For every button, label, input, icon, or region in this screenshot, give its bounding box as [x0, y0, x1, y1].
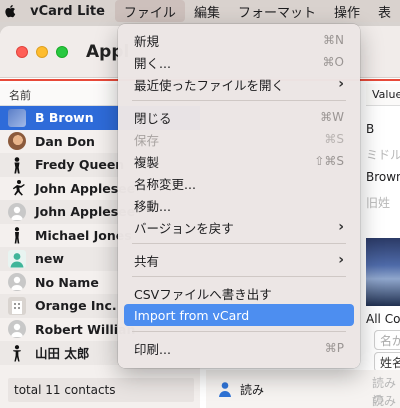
- menu-item-label: 移動...: [134, 198, 171, 214]
- menu-item-rename[interactable]: 名称変更...: [124, 172, 354, 194]
- contact-name: No Name: [35, 274, 99, 290]
- menu-item-share[interactable]: 共有 ›: [124, 249, 354, 271]
- menu-item-import-vcard[interactable]: Import from vCard: [124, 304, 354, 326]
- maiden-name-value[interactable]: 旧姓: [366, 194, 390, 211]
- photo-icon: [8, 108, 26, 127]
- silhouette-icon: [8, 156, 26, 174]
- last-name-value[interactable]: Brown: [366, 170, 400, 184]
- menu-item-move[interactable]: 移動...: [124, 194, 354, 216]
- contact-name: Dan Don: [35, 133, 95, 149]
- person-teal-icon: [8, 249, 26, 268]
- menu-item-shortcut: ⌘O: [322, 55, 344, 69]
- menu-item-shortcut: ⌘P: [324, 341, 344, 355]
- menu-edit[interactable]: 編集: [185, 0, 229, 22]
- menu-item-label: 保存: [134, 132, 160, 148]
- zoom-button[interactable]: [56, 45, 68, 58]
- middle-name-value[interactable]: ミドル: [366, 146, 400, 163]
- menu-bar: vCard Lite ファイル 編集 フォーマット 操作 表: [0, 0, 400, 22]
- all-contacts-label: All Co: [366, 312, 400, 326]
- file-menu-dropdown: 新規 ⌘N 開く... ⌘O 最近使ったファイルを開く › 閉じる ⌘W 保存 …: [118, 24, 360, 368]
- close-button[interactable]: [16, 45, 28, 58]
- menu-item-label: 開く...: [134, 55, 171, 71]
- reading-value-2[interactable]: 読みの: [372, 392, 400, 408]
- menu-item-save: 保存 ⌘S: [124, 128, 354, 150]
- menu-item-label: 最近使ったファイルを開く: [134, 77, 285, 93]
- menu-item-shortcut: ⌘W: [320, 110, 344, 124]
- first-name-value[interactable]: B: [366, 122, 374, 136]
- building-icon: [8, 296, 26, 315]
- reading-label: 読み: [240, 382, 265, 397]
- chevron-right-icon: ›: [338, 219, 344, 235]
- reading-row: 読み 読みの 読みの: [206, 370, 400, 408]
- chevron-right-icon: ›: [338, 76, 344, 92]
- menu-item-label: 閉じる: [134, 110, 172, 126]
- person-placeholder-icon: [8, 202, 26, 221]
- menu-separator: [132, 331, 346, 332]
- silhouette-icon: [8, 344, 26, 362]
- person-placeholder-icon: [8, 320, 26, 339]
- silhouette-icon: [8, 226, 26, 244]
- menu-item-open[interactable]: 開く... ⌘O: [124, 51, 354, 73]
- contact-name: Orange Inc.: [35, 298, 117, 314]
- menu-separator: [132, 243, 346, 244]
- chevron-right-icon: ›: [338, 252, 344, 268]
- menu-item-label: 複製: [134, 154, 160, 170]
- face-photo-icon: [8, 132, 26, 151]
- given-name-field[interactable]: 名が: [374, 330, 400, 350]
- menu-item-revert[interactable]: バージョンを戻す ›: [124, 216, 354, 238]
- contact-name: Fredy Queen: [35, 157, 125, 173]
- menu-separator: [132, 100, 346, 101]
- menu-item-label: 名称変更...: [134, 176, 196, 192]
- person-blue-icon: [219, 382, 231, 397]
- menu-item-export-csv[interactable]: CSVファイルへ書き出す: [124, 282, 354, 304]
- menu-item-open-recent[interactable]: 最近使ったファイルを開く ›: [124, 73, 354, 95]
- menu-item-new[interactable]: 新規 ⌘N: [124, 29, 354, 51]
- contact-name: new: [35, 251, 64, 267]
- menu-item-label: バージョンを戻す: [134, 220, 234, 236]
- menu-action[interactable]: 操作: [325, 0, 369, 22]
- menu-item-label: 新規: [134, 33, 160, 49]
- contact-name: 山田 太郎: [35, 346, 90, 362]
- menu-table[interactable]: 表: [369, 0, 400, 22]
- runner-silhouette-icon: [8, 179, 26, 197]
- menu-item-print[interactable]: 印刷... ⌘P: [124, 337, 354, 359]
- menu-item-shortcut: ⇧⌘S: [314, 154, 344, 168]
- contact-photo: [366, 238, 400, 306]
- contact-count: total 11 contacts: [8, 378, 194, 402]
- apple-menu[interactable]: [0, 0, 20, 22]
- menu-item-label: 印刷...: [134, 341, 171, 357]
- menu-format[interactable]: フォーマット: [229, 0, 325, 22]
- menu-file[interactable]: ファイル: [114, 0, 185, 22]
- minimize-button[interactable]: [36, 45, 48, 58]
- apple-icon: [5, 5, 16, 18]
- menu-item-label: Import from vCard: [134, 307, 250, 323]
- menu-item-label: 共有: [134, 253, 160, 269]
- window-controls: [16, 45, 68, 58]
- menu-item-close[interactable]: 閉じる ⌘W: [124, 106, 354, 128]
- menu-item-shortcut: ⌘N: [323, 33, 344, 47]
- contact-name: B Brown: [35, 110, 94, 126]
- list-footer: total 11 contacts: [0, 372, 200, 408]
- menu-item-shortcut: ⌘S: [324, 132, 344, 146]
- menu-item-label: CSVファイルへ書き出す: [134, 286, 272, 302]
- menu-item-duplicate[interactable]: 複製 ⇧⌘S: [124, 150, 354, 172]
- menu-separator: [132, 276, 346, 277]
- app-name-menu[interactable]: vCard Lite: [20, 0, 115, 22]
- value-column-header[interactable]: Value: [366, 84, 400, 106]
- person-placeholder-icon: [8, 273, 26, 292]
- family-name-field[interactable]: 姓名: [374, 352, 400, 372]
